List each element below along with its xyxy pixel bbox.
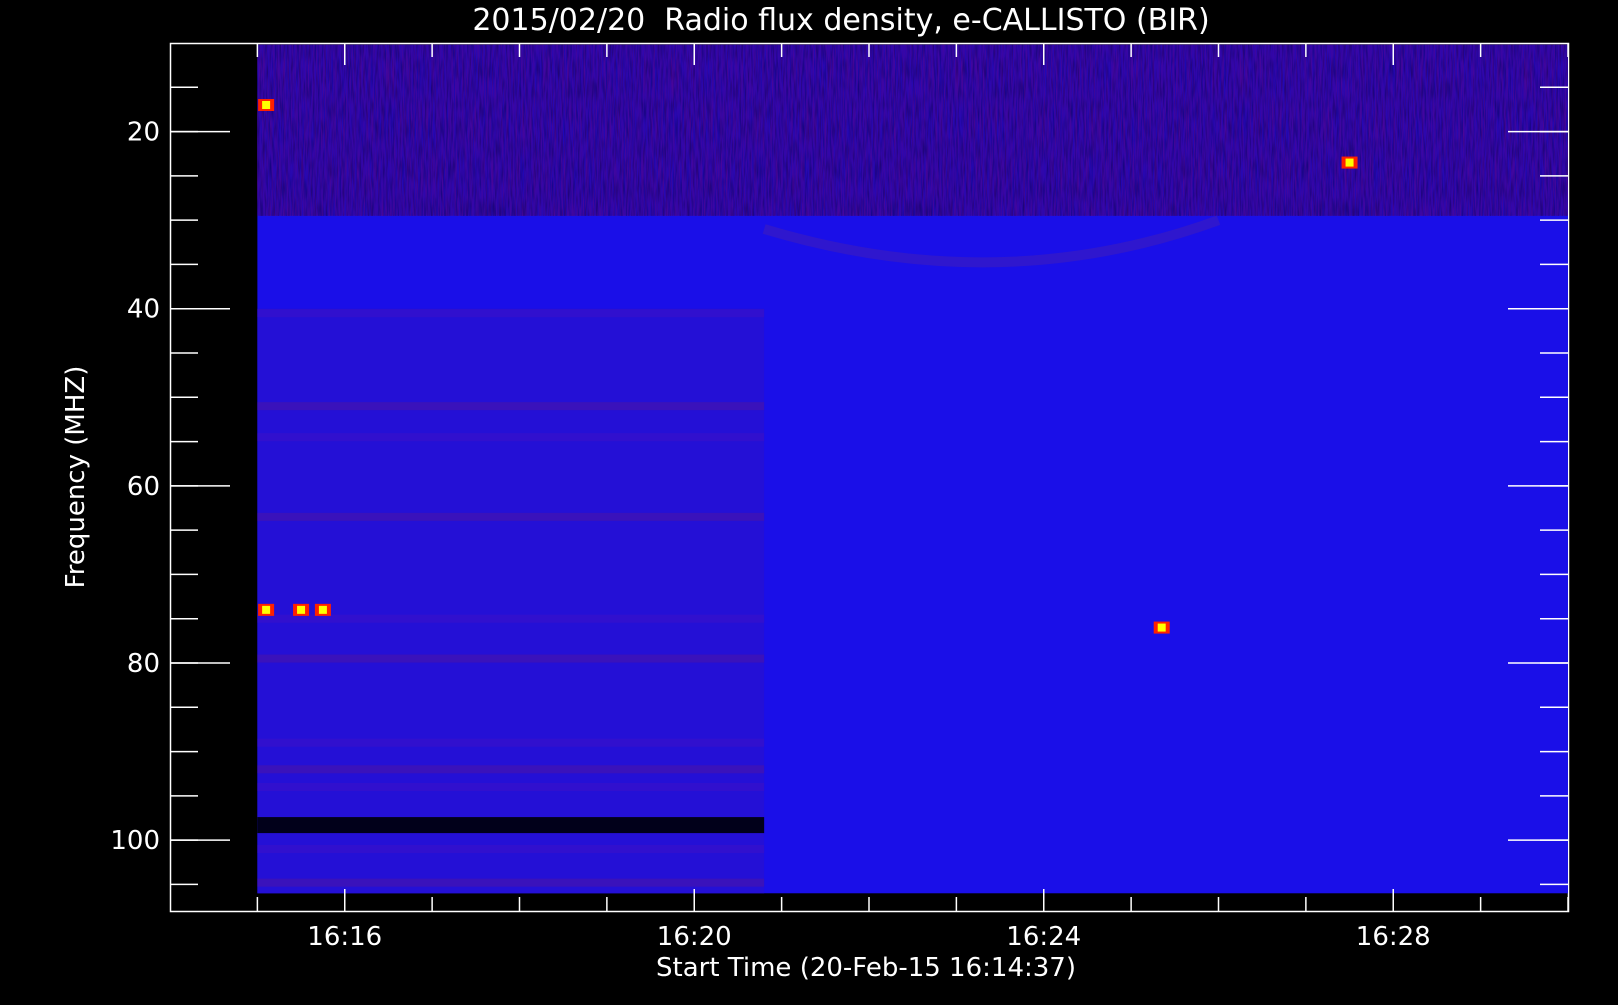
x-tick-label: 16:20 bbox=[657, 922, 732, 952]
y-tick-label: 80 bbox=[127, 649, 160, 679]
heatmap-rfi-band bbox=[257, 309, 765, 318]
heatmap-early-segment bbox=[257, 308, 765, 894]
chart-title: 2015/02/20 Radio flux density, e-CALLIST… bbox=[472, 3, 1209, 38]
y-tick-label: 60 bbox=[127, 472, 160, 502]
heatmap-hot-spot-core bbox=[1345, 158, 1354, 167]
heatmap-rfi-band bbox=[257, 878, 765, 887]
heatmap-rfi-band bbox=[257, 433, 765, 442]
chart-stage: 2015/02/20 Radio flux density, e-CALLIST… bbox=[0, 0, 1618, 1000]
heatmap-hot-spot-core bbox=[1157, 623, 1166, 632]
y-axis-label: Frequency (MHZ) bbox=[61, 366, 91, 589]
x-tick-label: 16:16 bbox=[307, 922, 382, 952]
y-tick-label: 40 bbox=[127, 295, 160, 325]
heatmap-high-flux-dark bbox=[257, 44, 1568, 216]
heatmap-rfi-band bbox=[257, 512, 765, 521]
x-tick-label: 16:24 bbox=[1006, 922, 1081, 952]
heatmap-hot-spot-core bbox=[297, 605, 306, 614]
y-tick-label: 100 bbox=[110, 826, 160, 856]
heatmap-rfi-band bbox=[257, 783, 765, 791]
x-tick-label: 16:28 bbox=[1356, 922, 1431, 952]
spectrogram-heatmap bbox=[257, 44, 1568, 894]
heatmap-rfi-band bbox=[257, 402, 765, 411]
heatmap-rfi-band bbox=[257, 817, 765, 834]
x-axis-label: Start Time (20-Feb-15 16:14:37) bbox=[656, 953, 1076, 983]
heatmap-rfi-band bbox=[257, 765, 765, 774]
heatmap-hot-spot-core bbox=[318, 605, 327, 614]
heatmap-hot-spot-core bbox=[262, 605, 271, 614]
heatmap-rfi-band bbox=[257, 845, 765, 853]
heatmap-rfi-band bbox=[257, 738, 765, 747]
heatmap-rfi-band bbox=[257, 614, 765, 623]
heatmap-rfi-band bbox=[257, 654, 765, 663]
heatmap-hot-spot-core bbox=[262, 101, 271, 109]
spectrogram-chart: 2015/02/20 Radio flux density, e-CALLIST… bbox=[61, 3, 1570, 983]
y-tick-label: 20 bbox=[127, 118, 160, 148]
